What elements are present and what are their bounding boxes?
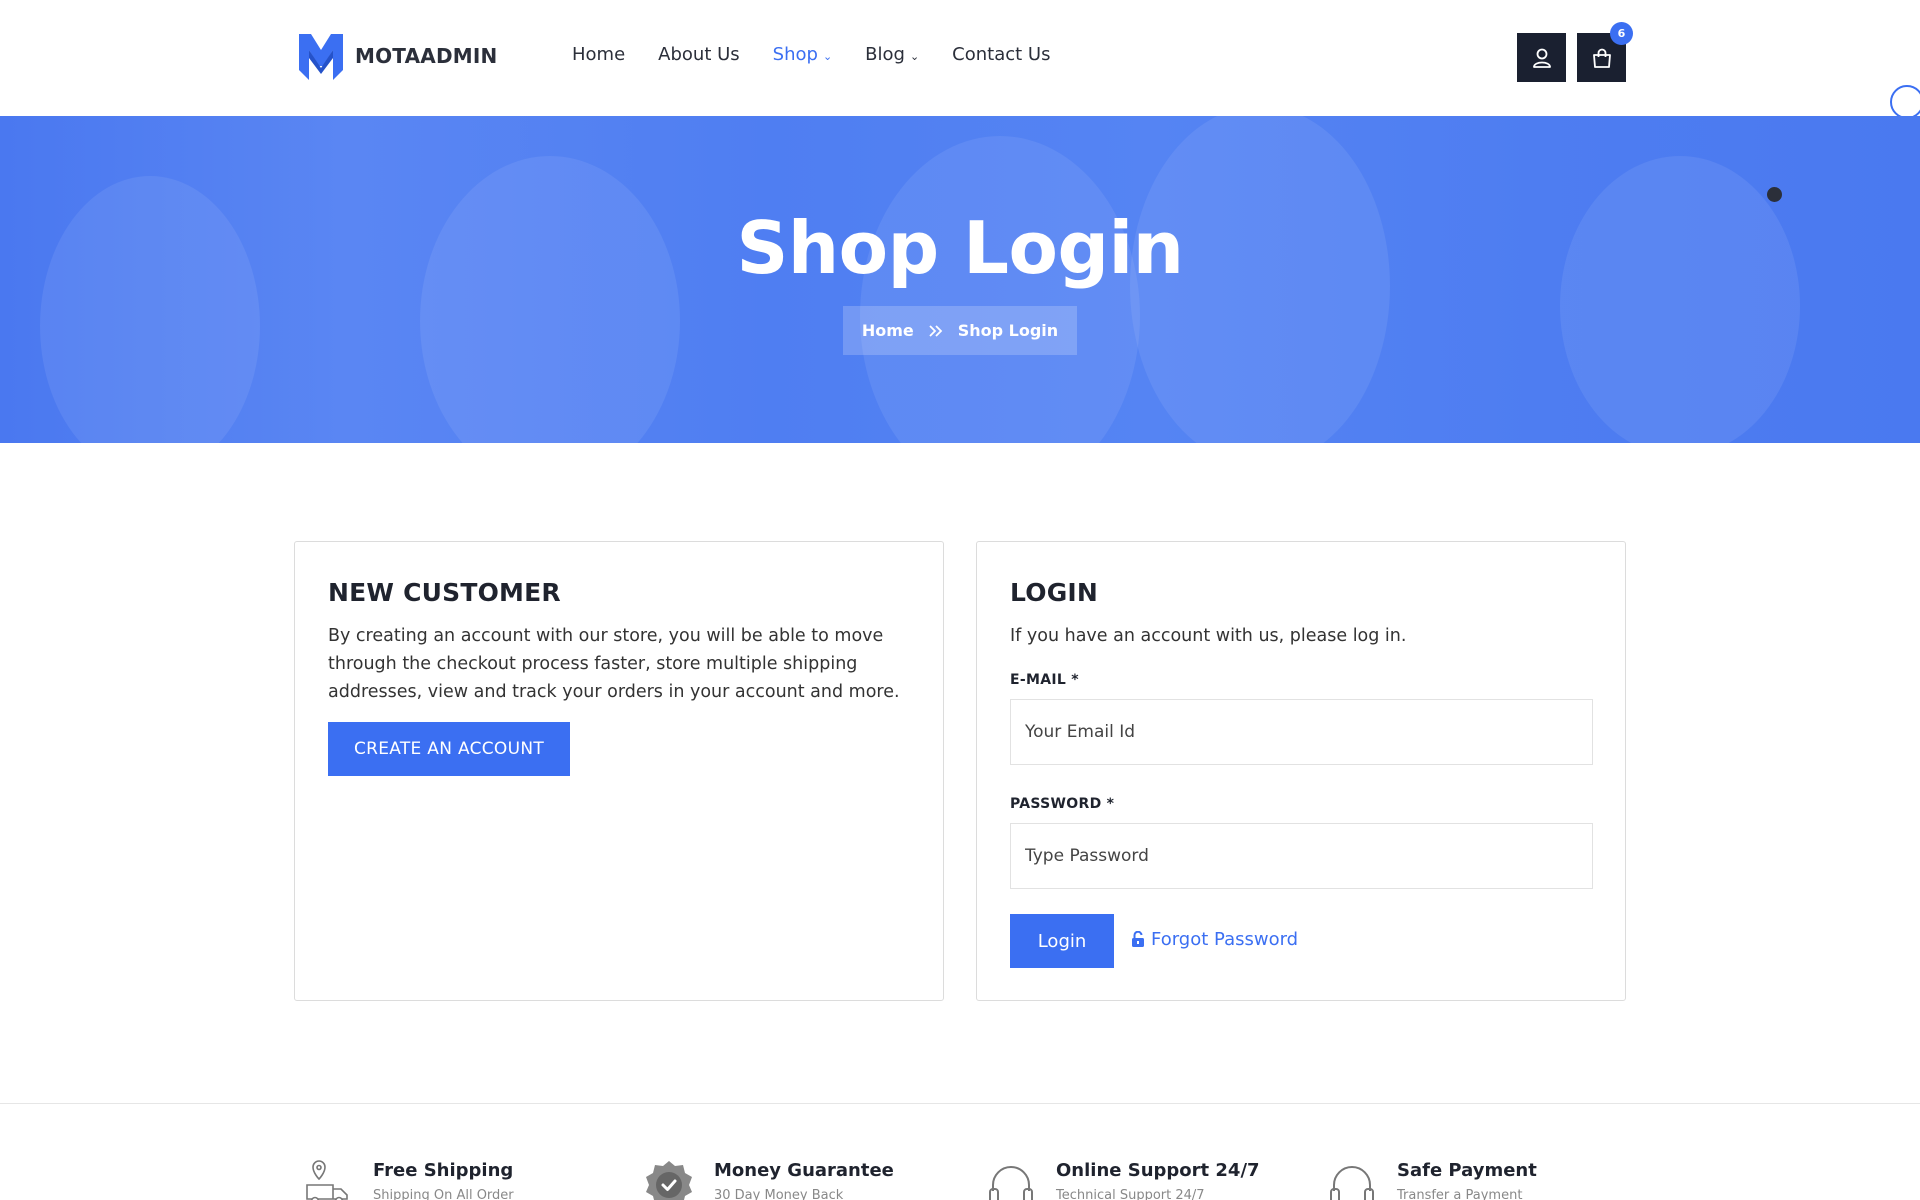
nav-item-home[interactable]: Home [572,44,625,65]
feature-title: Free Shipping [373,1160,514,1181]
password-label: PASSWORD * [1010,796,1115,812]
unlock-icon [1132,931,1144,947]
new-customer-heading: NEW CUSTOMER [328,578,561,607]
delivery-truck-icon [306,1160,348,1200]
nav-item-blog[interactable]: Blog ⌄ [865,44,919,65]
section-divider [0,1103,1920,1104]
scroll-indicator[interactable] [1890,85,1920,119]
feature-title: Safe Payment [1397,1160,1537,1181]
logo-text: MOTAADMIN [355,44,498,68]
headphones-icon [1330,1166,1374,1200]
login-heading: LOGIN [1010,578,1099,607]
chevron-down-icon: ⌄ [909,49,920,63]
feature-free-shipping: Free Shipping Shipping On All Order [303,1158,514,1200]
feature-subtitle: Shipping On All Order [373,1188,514,1200]
logo-icon [299,34,343,80]
feature-subtitle: 30 Day Money Back [714,1188,844,1200]
nav-item-about-us[interactable]: About Us [658,44,740,65]
login-button[interactable]: Login [1010,914,1114,968]
account-button[interactable] [1517,33,1566,82]
feature-title: Online Support 24/7 [1056,1160,1260,1181]
new-customer-text: By creating an account with our store, y… [328,626,900,702]
create-account-button[interactable]: CREATE AN ACCOUNT [328,722,570,776]
shopping-bag-icon [1592,48,1611,68]
feature-subtitle: Technical Support 24/7 [1056,1188,1205,1200]
feature-online-support: Online Support 24/7 Technical Support 24… [986,1158,1260,1200]
breadcrumb: Home Shop Login [843,306,1077,355]
headphones-icon [989,1166,1033,1200]
nav-item-contact-us[interactable]: Contact Us [952,44,1050,65]
banner-backdrop-shape [420,156,680,443]
page-title: Shop Login [736,206,1184,290]
badge-check-icon [646,1161,692,1200]
user-icon [1532,48,1551,68]
banner-backdrop-shape [1560,156,1800,443]
feature-safe-payment: Safe Payment Transfer a Payment [1327,1158,1537,1200]
double-chevron-right-icon [929,324,942,337]
breadcrumb-home-link[interactable]: Home [862,321,914,340]
page-banner: Shop Login Home Shop Login [0,116,1920,443]
chevron-down-icon: ⌄ [822,49,833,63]
password-field[interactable] [1010,823,1593,889]
feature-money-guarantee: Money Guarantee 30 Day Money Back [644,1158,894,1200]
cart-count-badge: 6 [1610,22,1633,45]
site-header: MOTAADMIN Home About Us Shop ⌄ Blog ⌄ Cont… [0,0,1920,116]
feature-title: Money Guarantee [714,1160,894,1181]
new-customer-card: NEW CUSTOMER By creating an account with… [294,541,944,1001]
email-field[interactable] [1010,699,1593,765]
login-intro: If you have an account with us, please l… [1010,626,1407,646]
feature-subtitle: Transfer a Payment [1397,1188,1523,1200]
decorative-dot [1767,187,1782,202]
main-nav: Home About Us Shop ⌄ Blog ⌄ Contact Us [572,44,1050,65]
forgot-password-link[interactable]: Forgot Password [1131,929,1298,950]
nav-item-shop[interactable]: Shop ⌄ [773,44,833,65]
email-label: E-MAIL * [1010,672,1079,688]
login-card: LOGIN If you have an account with us, pl… [976,541,1626,1001]
breadcrumb-current: Shop Login [957,321,1059,340]
logo[interactable]: MOTAADMIN [297,30,497,82]
